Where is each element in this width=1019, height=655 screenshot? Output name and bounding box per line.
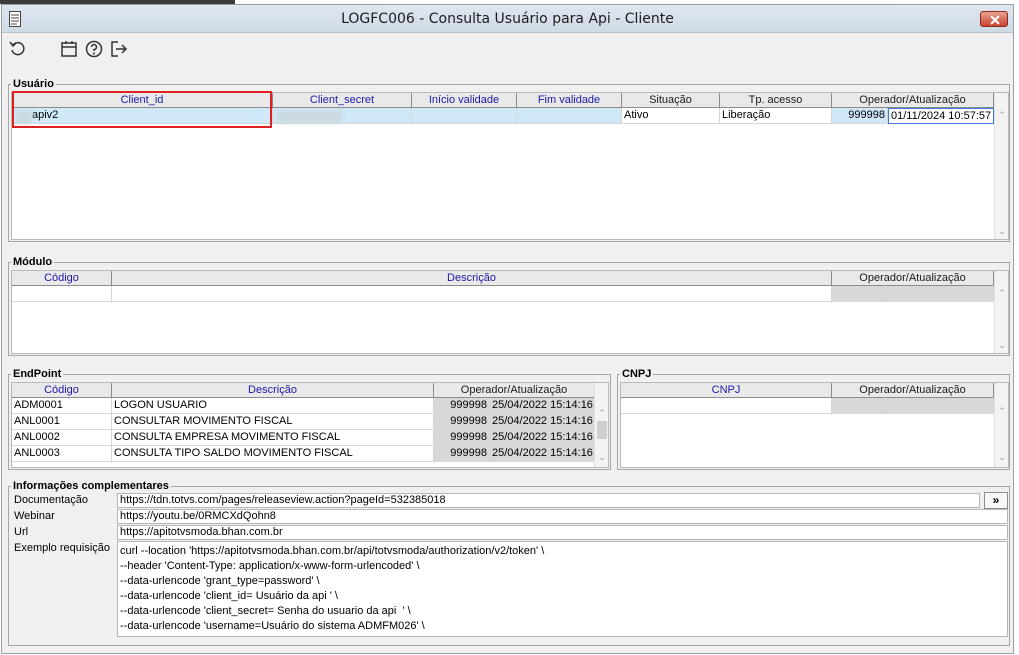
cell-atualizacao xyxy=(888,286,994,302)
col-descricao[interactable]: Descrição xyxy=(112,383,434,398)
exit-icon[interactable] xyxy=(109,39,129,59)
endpoint-title: EndPoint xyxy=(13,368,62,380)
modulo-title: Módulo xyxy=(13,256,53,268)
endpoint-grid[interactable]: Código Descrição Operador/Atualização AD… xyxy=(11,382,609,468)
col-situacao[interactable]: Situação xyxy=(622,93,720,108)
cnpj-scrollbar[interactable]: ⌃ ⌄ xyxy=(994,383,1008,467)
close-button[interactable] xyxy=(980,11,1008,27)
scroll-up-icon[interactable]: ⌃ xyxy=(995,405,1008,417)
cell-descricao: CONSULTA EMPRESA MOVIMENTO FISCAL xyxy=(112,430,434,446)
cell-atualizacao: 25/04/2022 15:14:16 xyxy=(490,430,595,446)
webinar-field[interactable]: https://youtu.be/0RMCXdQohn8 xyxy=(117,509,1008,524)
exemplo-line: --data-urlencode 'client_secret= Senha d… xyxy=(120,605,411,617)
exemplo-line: --data-urlencode 'username=Usuário do si… xyxy=(120,620,425,632)
col-descricao[interactable]: Descrição xyxy=(112,271,832,286)
toolbar xyxy=(2,34,1013,64)
exemplo-line: --data-urlencode 'client_id= Usuário da … xyxy=(120,590,338,602)
close-icon xyxy=(990,15,1000,25)
scroll-up-icon[interactable]: ⌃ xyxy=(995,287,1008,299)
cell-codigo: ANL0001 xyxy=(12,414,112,430)
scroll-up-icon[interactable]: ⌃ xyxy=(595,407,608,419)
cell-descricao: CONSULTAR MOVIMENTO FISCAL xyxy=(112,414,434,430)
help-icon[interactable] xyxy=(84,39,104,59)
exemplo-textarea[interactable]: curl --location 'https://apitotvsmoda.bh… xyxy=(117,541,1008,637)
scroll-down-icon[interactable]: ⌄ xyxy=(995,339,1008,351)
cnpj-title: CNPJ xyxy=(622,368,652,380)
col-operador-atualizacao[interactable]: Operador/Atualização xyxy=(832,93,994,108)
cell-codigo: ANL0003 xyxy=(12,446,112,462)
modulo-grid[interactable]: Código Descrição Operador/Atualização ⌃ … xyxy=(11,270,1009,354)
cell-codigo: ADM0001 xyxy=(12,398,112,414)
exemplo-line: --header 'Content-Type: application/x-ww… xyxy=(120,560,420,572)
more-button[interactable]: » xyxy=(984,492,1008,509)
cell-operador xyxy=(832,398,888,414)
cell-codigo xyxy=(12,286,112,302)
cnpj-grid[interactable]: CNPJ Operador/Atualização ⌃ ⌄ xyxy=(620,382,1009,468)
col-client-secret[interactable]: Client_secret xyxy=(273,93,412,108)
scroll-down-icon[interactable]: ⌄ xyxy=(995,225,1008,237)
usuario-scrollbar[interactable]: ⌃ ⌄ xyxy=(994,93,1008,239)
cell-tp-acesso: Liberação xyxy=(720,108,832,124)
usuario-title: Usuário xyxy=(13,78,54,90)
cell-atualizacao xyxy=(888,398,994,414)
cell-operador: 999998 xyxy=(434,398,490,414)
url-label: Url xyxy=(14,526,29,538)
cell-operador: 999998 xyxy=(434,446,490,462)
info-title: Informações complementares xyxy=(13,480,169,492)
calendar-icon[interactable] xyxy=(59,39,79,59)
cell-inicio-validade xyxy=(412,108,517,124)
exemplo-line: --data-urlencode 'grant_type=password' \ xyxy=(120,575,320,587)
webinar-label: Webinar xyxy=(14,510,55,522)
scroll-down-icon[interactable]: ⌄ xyxy=(995,451,1008,463)
cell-fim-validade xyxy=(517,108,622,124)
cell-situacao: Ativo xyxy=(622,108,720,124)
title-bar[interactable]: LOGFC006 - Consulta Usuário para Api - C… xyxy=(2,5,1013,33)
col-fim-validade[interactable]: Fim validade xyxy=(517,93,622,108)
col-tp-acesso[interactable]: Tp. acesso xyxy=(720,93,832,108)
cell-descricao: CONSULTA TIPO SALDO MOVIMENTO FISCAL xyxy=(112,446,434,462)
cell-operador: 999998 xyxy=(434,414,490,430)
cell-descricao: LOGON USUARIO xyxy=(112,398,434,414)
endpoint-scrollbar[interactable]: ⌃ ⌄ xyxy=(594,383,608,467)
documentacao-label: Documentação xyxy=(14,494,88,506)
cell-descricao xyxy=(112,286,832,302)
col-inicio-validade[interactable]: Início validade xyxy=(412,93,517,108)
cell-codigo: ANL0002 xyxy=(12,430,112,446)
cell-atualizacao: 25/04/2022 15:14:16 xyxy=(490,414,595,430)
cell-atualizacao: 25/04/2022 15:14:16 xyxy=(490,398,595,414)
redacted-blur xyxy=(278,111,342,123)
col-codigo[interactable]: Código xyxy=(12,271,112,286)
modulo-header-row: Código Descrição Operador/Atualização xyxy=(12,271,1008,286)
modulo-scrollbar[interactable]: ⌃ ⌄ xyxy=(994,271,1008,353)
refresh-icon[interactable] xyxy=(8,39,28,59)
col-operador-atualizacao[interactable]: Operador/Atualização xyxy=(832,383,994,398)
cell-atualizacao: 25/04/2022 15:14:16 xyxy=(490,446,595,462)
col-operador-atualizacao[interactable]: Operador/Atualização xyxy=(434,383,595,398)
cell-operador xyxy=(832,286,888,302)
app-window: LOGFC006 - Consulta Usuário para Api - C… xyxy=(1,4,1014,654)
documentacao-field[interactable]: https://tdn.totvs.com/pages/releaseview.… xyxy=(117,493,980,508)
col-operador-atualizacao[interactable]: Operador/Atualização xyxy=(832,271,994,286)
scroll-thumb[interactable] xyxy=(597,421,607,439)
endpoint-header-row: Código Descrição Operador/Atualização xyxy=(12,383,608,398)
cell-operador: 999998 xyxy=(832,108,888,124)
scroll-down-icon[interactable]: ⌄ xyxy=(595,451,608,463)
col-cnpj[interactable]: CNPJ xyxy=(621,383,832,398)
cell-atualizacao[interactable]: 01/11/2024 10:57:57 xyxy=(888,108,994,124)
url-field[interactable]: https://apitotvsmoda.bhan.com.br xyxy=(117,525,1008,540)
highlight-box xyxy=(12,91,272,128)
exemplo-line: curl --location 'https://apitotvsmoda.bh… xyxy=(120,545,545,557)
scroll-up-icon[interactable]: ⌃ xyxy=(995,109,1008,121)
cell-cnpj xyxy=(621,398,832,414)
cnpj-header-row: CNPJ Operador/Atualização xyxy=(621,383,1008,398)
exemplo-label: Exemplo requisição xyxy=(14,542,110,554)
col-codigo[interactable]: Código xyxy=(12,383,112,398)
cell-operador: 999998 xyxy=(434,430,490,446)
window-title: LOGFC006 - Consulta Usuário para Api - C… xyxy=(341,11,674,27)
